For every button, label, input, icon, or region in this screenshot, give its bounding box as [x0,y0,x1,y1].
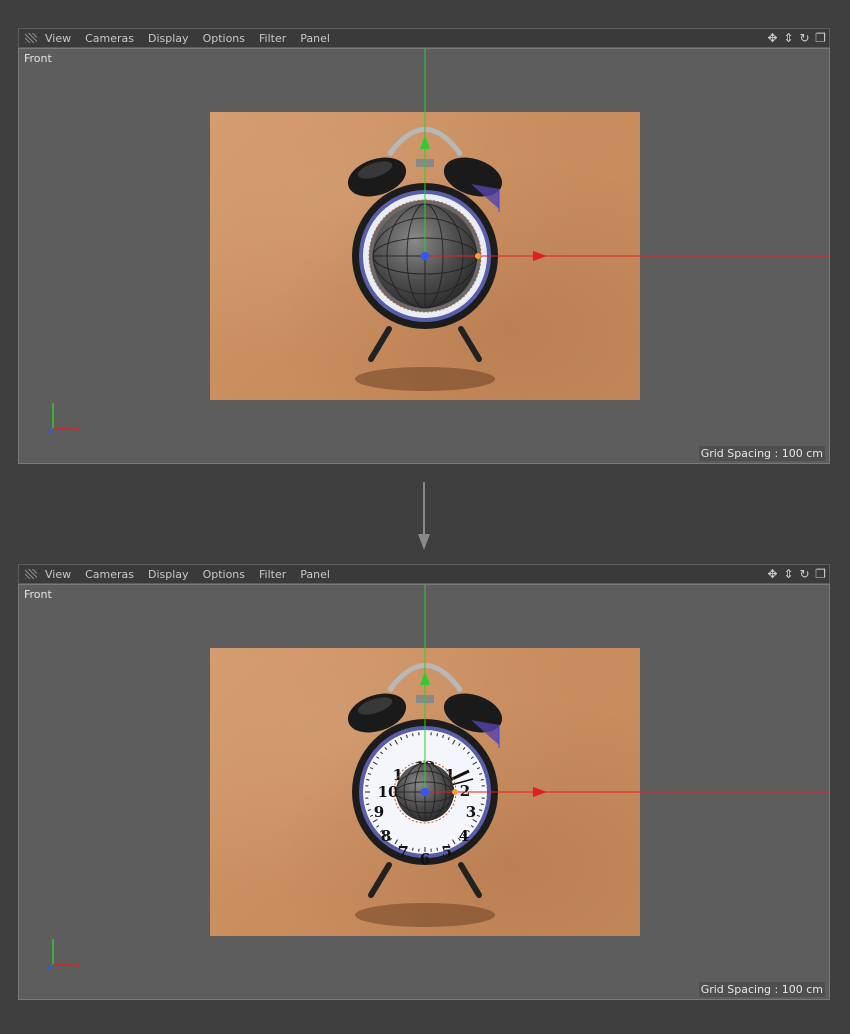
menu-panel[interactable]: Panel [300,568,330,581]
viewport-window-top: View Cameras Display Options Filter Pane… [18,28,830,464]
rotate-icon[interactable]: ↻ [798,567,811,581]
menu-filter[interactable]: Filter [259,568,286,581]
clock-tick [366,779,370,781]
rotate-icon[interactable]: ↻ [798,31,811,45]
clock-number: 2 [460,782,470,800]
menu-display[interactable]: Display [148,32,189,45]
viewport-window-bottom: View Cameras Display Options Filter Pane… [18,564,830,1000]
clock-number: 3 [466,803,476,821]
clock-number: 6 [420,850,430,868]
clock-number: 10 [378,783,399,801]
menu-options[interactable]: Options [203,568,245,581]
viewport-menubar: View Cameras Display Options Filter Pane… [18,564,830,584]
clock-number: 9 [374,803,384,821]
scene-top [347,49,829,391]
clock-number: 7 [398,843,408,861]
viewport-canvas[interactable]: Front 12 1 [18,584,830,1000]
menu-view[interactable]: View [45,568,71,581]
menu-filter[interactable]: Filter [259,32,286,45]
menu-panel[interactable]: Panel [300,32,330,45]
clock-tick [480,779,484,781]
menu-view[interactable]: View [45,32,71,45]
axis-indicator: x [47,403,80,434]
viewport-canvas[interactable]: Front x Grid Spacing: 100 cm [18,48,830,464]
menu-cameras[interactable]: Cameras [85,568,134,581]
viewport-menubar: View Cameras Display Options Filter Pane… [18,28,830,48]
menu-options[interactable]: Options [203,32,245,45]
svg-text:x: x [75,425,80,434]
viewport-nav-icons: ✥ ⇕ ↻ ❐ [766,31,827,45]
grip-icon[interactable] [25,569,37,579]
svg-text:x: x [75,961,80,970]
scale-icon[interactable]: ⇕ [782,567,795,581]
grid-spacing-label: Grid Spacing : 100 cm [698,446,825,461]
clock-tick [436,847,438,851]
down-arrow-icon [418,482,430,550]
clock-number: 4 [459,827,469,845]
scale-icon[interactable]: ⇕ [782,31,795,45]
clock-number: 8 [381,827,391,845]
clock-number: 5 [442,843,452,861]
axis-indicator: x [47,939,80,970]
viewport-nav-icons: ✥ ⇕ ↻ ❐ [766,567,827,581]
clock-tick [412,847,414,851]
clock-tick [366,803,370,805]
move-icon[interactable]: ✥ [766,31,779,45]
clock-tick [436,733,438,737]
maximize-icon[interactable]: ❐ [814,31,827,45]
menu-display[interactable]: Display [148,568,189,581]
grid-spacing-label: Grid Spacing : 100 cm [698,982,825,997]
grip-icon[interactable] [25,33,37,43]
clock-tick [412,733,414,737]
clock-tick [480,803,484,805]
move-icon[interactable]: ✥ [766,567,779,581]
maximize-icon[interactable]: ❐ [814,567,827,581]
menu-cameras[interactable]: Cameras [85,32,134,45]
scene-bottom: 12 1 2 3 4 5 6 7 8 9 10 11 [347,585,829,927]
